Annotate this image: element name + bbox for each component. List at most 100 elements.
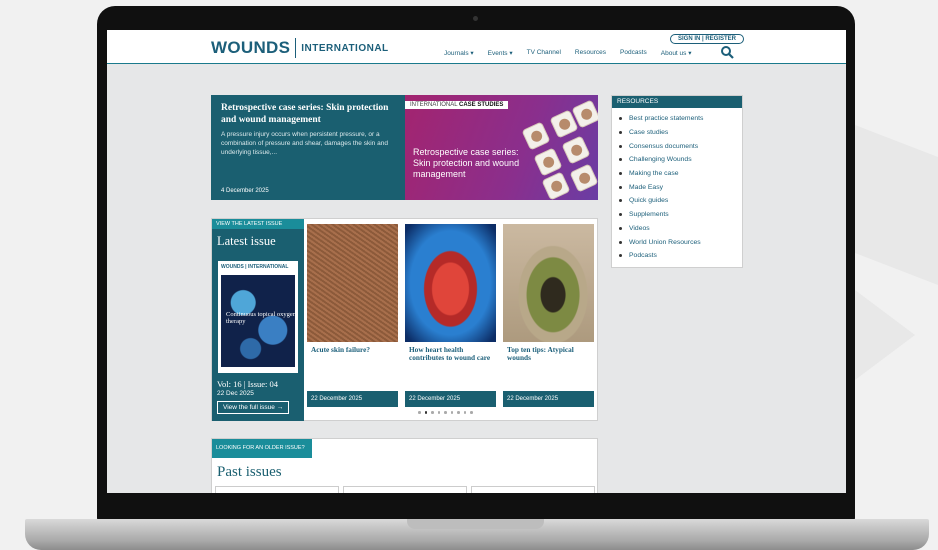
article-image (307, 224, 398, 342)
main-nav: Journals ▾ Events ▾ TV Channel Resources… (444, 49, 691, 57)
bullet-icon (619, 158, 622, 162)
bullet-icon (619, 172, 622, 176)
issue-cover[interactable]: WOUNDS | INTERNATIONAL Continuous topica… (218, 261, 298, 373)
nav-about-us[interactable]: About us ▾ (661, 49, 692, 57)
site-logo[interactable]: WOUNDS INTERNATIONAL (211, 38, 389, 58)
webcam (473, 16, 478, 21)
resource-link[interactable]: Made Easy (619, 180, 742, 194)
past-issues-title: Past issues (217, 464, 282, 480)
resource-link[interactable]: World Union Resources (619, 235, 742, 249)
resources-heading: RESOURCES (612, 96, 742, 108)
nav-podcasts[interactable]: Podcasts (620, 49, 647, 57)
featured-article-excerpt: A pressure injury occurs when persistent… (221, 131, 388, 156)
resource-link[interactable]: Best practice statements (619, 112, 742, 126)
carousel-dot[interactable] (431, 411, 434, 414)
article-image (503, 224, 594, 342)
carousel-dot[interactable] (470, 411, 473, 414)
latest-issue-title: Latest issue (217, 234, 276, 248)
bullet-icon (619, 144, 622, 148)
article-date: 22 December 2025 (307, 391, 398, 407)
case-studies-tag: INTERNATIONAL CASE STUDIES (405, 101, 509, 109)
carousel-pagination (418, 411, 473, 414)
past-issues-section: LOOKING FOR AN OLDER ISSUE? Past issues (211, 438, 598, 493)
laptop-notch (407, 519, 544, 529)
bullet-icon (619, 254, 622, 258)
browser-screen: WOUNDS INTERNATIONAL SIGN IN | REGISTER … (107, 30, 846, 493)
featured-article-text: Retrospective case series: Skin protecti… (211, 95, 405, 200)
site-header: WOUNDS INTERNATIONAL SIGN IN | REGISTER … (107, 30, 846, 64)
bullet-icon (619, 131, 622, 135)
resource-label: Consensus documents (629, 142, 699, 150)
past-issues-tag: LOOKING FOR AN OLDER ISSUE? (212, 439, 312, 458)
resource-link[interactable]: Case studies (619, 126, 742, 140)
background-shape (855, 125, 938, 285)
tag-bold: CASE STUDIES (459, 102, 504, 108)
search-icon[interactable] (720, 45, 734, 59)
bullet-icon (619, 213, 622, 217)
background-shape (855, 290, 915, 380)
wound-photo-tile (569, 163, 598, 193)
article-image (405, 224, 496, 342)
featured-article[interactable]: Retrospective case series: Skin protecti… (211, 95, 598, 200)
resource-link[interactable]: Podcasts (619, 249, 742, 263)
resource-label: Quick guides (629, 197, 669, 205)
featured-article-image[interactable]: INTERNATIONAL CASE STUDIES Retrospective… (405, 95, 598, 200)
resource-label: Making the case (629, 170, 679, 178)
past-issue-card[interactable] (215, 486, 339, 493)
latest-issue-tag: VIEW THE LATEST ISSUE (212, 219, 304, 229)
logo-subtitle: INTERNATIONAL (301, 42, 389, 54)
nav-journals[interactable]: Journals ▾ (444, 49, 474, 57)
article-card[interactable]: Acute skin failure? 22 December 2025 (307, 224, 398, 407)
issue-date: 22 Dec 2025 (217, 390, 254, 397)
resource-link[interactable]: Making the case (619, 167, 742, 181)
carousel-dot[interactable] (463, 411, 466, 414)
featured-article-title[interactable]: Retrospective case series: Skin protecti… (221, 102, 395, 126)
bullet-icon (619, 185, 622, 189)
carousel-dot[interactable] (437, 411, 440, 414)
past-issue-card[interactable] (471, 486, 595, 493)
bullet-icon (619, 199, 622, 203)
featured-image-title: Retrospective case series: Skin protecti… (413, 147, 520, 179)
article-title: Acute skin failure? (311, 345, 371, 354)
wound-photo-tile (561, 135, 591, 165)
carousel-dot[interactable] (418, 411, 421, 414)
nav-events[interactable]: Events ▾ (488, 49, 513, 57)
resources-panel: RESOURCES Best practice statements Case … (611, 95, 743, 268)
resource-label: Videos (629, 224, 650, 232)
resource-label: Best practice statements (629, 115, 704, 123)
resource-link[interactable]: Quick guides (619, 194, 742, 208)
latest-issue-panel: VIEW THE LATEST ISSUE Latest issue WOUND… (212, 219, 304, 421)
article-card[interactable]: How heart health contributes to wound ca… (405, 224, 496, 407)
carousel-dot[interactable] (444, 411, 447, 414)
latest-issue-section: VIEW THE LATEST ISSUE Latest issue WOUND… (211, 218, 598, 421)
nav-tv-channel[interactable]: TV Channel (527, 49, 561, 57)
article-title: Top ten tips: Atypical wounds (507, 345, 574, 362)
logo-divider (295, 38, 297, 58)
resource-label: World Union Resources (629, 238, 701, 246)
cover-headline: Continuous topical oxygen therapy (226, 311, 297, 325)
view-full-issue-button[interactable]: View the full issue → (217, 401, 290, 414)
bullet-icon (619, 226, 622, 230)
carousel-dot-active[interactable] (424, 411, 427, 414)
resource-label: Podcasts (629, 252, 657, 260)
carousel-dot[interactable] (450, 411, 453, 414)
past-issues-list (215, 486, 595, 493)
article-date: 22 December 2025 (503, 391, 594, 407)
resource-link[interactable]: Consensus documents (619, 139, 742, 153)
article-card[interactable]: Top ten tips: Atypical wounds 22 Decembe… (503, 224, 594, 407)
past-issue-card[interactable] (343, 486, 467, 493)
nav-resources[interactable]: Resources (575, 49, 606, 57)
signin-register-button[interactable]: SIGN IN | REGISTER (670, 34, 745, 44)
resource-label: Case studies (629, 129, 669, 137)
resource-label: Made Easy (629, 183, 664, 191)
wound-photo-tile (541, 171, 571, 200)
resource-label: Challenging Wounds (629, 156, 692, 164)
article-title: How heart health contributes to wound ca… (409, 345, 491, 362)
resource-label: Supplements (629, 211, 669, 219)
carousel-dot[interactable] (457, 411, 460, 414)
resource-link[interactable]: Videos (619, 222, 742, 236)
resource-link[interactable]: Supplements (619, 208, 742, 222)
resource-link[interactable]: Challenging Wounds (619, 153, 742, 167)
logo-wordmark: WOUNDS (211, 38, 291, 57)
issue-volume: Vol: 16 | Issue: 04 (217, 379, 279, 389)
